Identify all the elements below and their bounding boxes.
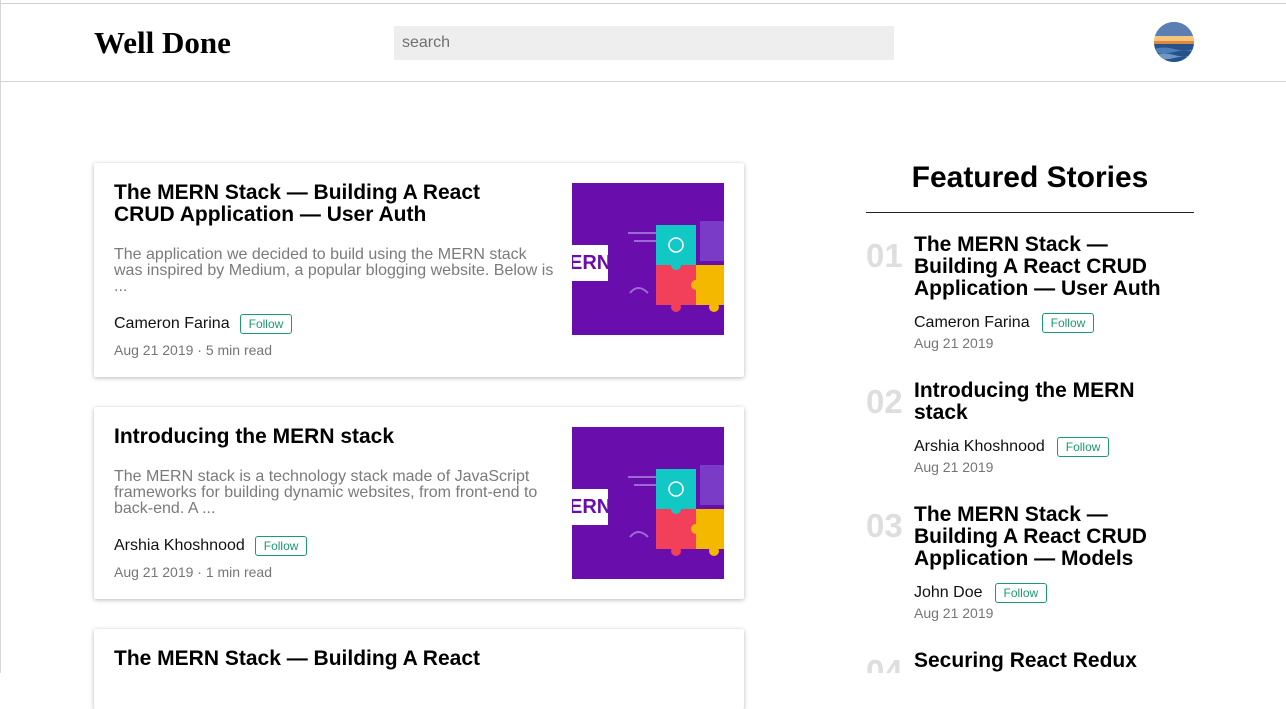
featured-author-row: John Doe Follow xyxy=(914,583,1048,603)
author-name[interactable]: Cameron Farina xyxy=(114,315,230,333)
mern-puzzle-image: ERN xyxy=(572,427,724,579)
article-author-row: Arshia Khoshnood Follow xyxy=(114,536,308,556)
author-name[interactable]: Arshia Khoshnood xyxy=(914,438,1045,456)
featured-number: 04 xyxy=(866,653,903,674)
featured-title[interactable]: The MERN Stack — Building A React CRUD A… xyxy=(914,504,1184,570)
author-name[interactable]: Cameron Farina xyxy=(914,314,1030,332)
featured-number: 02 xyxy=(866,383,903,420)
featured-title[interactable]: Introducing the MERN stack xyxy=(914,380,1184,424)
user-avatar[interactable] xyxy=(1154,22,1194,62)
featured-number: 01 xyxy=(866,237,903,274)
site-header: Well Done xyxy=(1,4,1286,82)
article-excerpt: The MERN stack is a technology stack mad… xyxy=(114,468,538,517)
follow-button[interactable]: Follow xyxy=(254,536,308,556)
author-name[interactable]: John Doe xyxy=(914,584,983,602)
article-thumbnail[interactable]: ERN xyxy=(572,427,724,579)
site-logo[interactable]: Well Done xyxy=(94,25,231,61)
featured-item[interactable]: 02 Introducing the MERN stack Arshia Kho… xyxy=(866,380,1194,480)
article-excerpt: The application we decided to build usin… xyxy=(114,246,554,295)
featured-author-row: Cameron Farina Follow xyxy=(914,313,1095,333)
article-meta: Aug 21 2019 · 1 min read xyxy=(114,564,272,580)
featured-date: Aug 21 2019 xyxy=(914,605,994,621)
featured-item[interactable]: 04 Securing React Redux xyxy=(866,650,1194,673)
author-name[interactable]: Arshia Khoshnood xyxy=(114,537,245,555)
article-thumbnail[interactable]: ERN xyxy=(572,183,724,335)
follow-button[interactable]: Follow xyxy=(1041,313,1095,333)
featured-item[interactable]: 01 The MERN Stack — Building A React CRU… xyxy=(866,234,1194,354)
featured-title[interactable]: Securing React Redux xyxy=(914,650,1184,672)
mern-logo-text: ERN xyxy=(572,496,611,518)
featured-divider xyxy=(866,212,1194,213)
follow-button[interactable]: Follow xyxy=(239,314,293,334)
mern-logo-text: ERN xyxy=(572,252,611,274)
article-card[interactable]: Introducing the MERN stack The MERN stac… xyxy=(94,407,744,599)
article-author-row: Cameron Farina Follow xyxy=(114,314,293,334)
article-title[interactable]: The MERN Stack — Building A React CRUD A… xyxy=(114,182,544,226)
featured-heading: Featured Stories xyxy=(911,161,1149,194)
featured-date: Aug 21 2019 xyxy=(914,459,994,475)
article-meta: Aug 21 2019 · 5 min read xyxy=(114,342,272,358)
follow-button[interactable]: Follow xyxy=(1056,437,1110,457)
search-input[interactable] xyxy=(394,26,894,60)
avatar-image xyxy=(1154,22,1194,62)
featured-author-row: Arshia Khoshnood Follow xyxy=(914,437,1110,457)
article-title[interactable]: The MERN Stack — Building A React xyxy=(114,648,544,670)
article-title[interactable]: Introducing the MERN stack xyxy=(114,426,544,448)
featured-date: Aug 21 2019 xyxy=(914,335,994,351)
article-card[interactable]: The MERN Stack — Building A React CRUD A… xyxy=(94,163,744,377)
mern-puzzle-image: ERN xyxy=(572,183,724,335)
featured-number: 03 xyxy=(866,507,903,544)
featured-title[interactable]: The MERN Stack — Building A React CRUD A… xyxy=(914,234,1184,300)
follow-button[interactable]: Follow xyxy=(994,583,1048,603)
article-card[interactable]: The MERN Stack — Building A React xyxy=(94,629,744,709)
featured-item[interactable]: 03 The MERN Stack — Building A React CRU… xyxy=(866,504,1194,624)
